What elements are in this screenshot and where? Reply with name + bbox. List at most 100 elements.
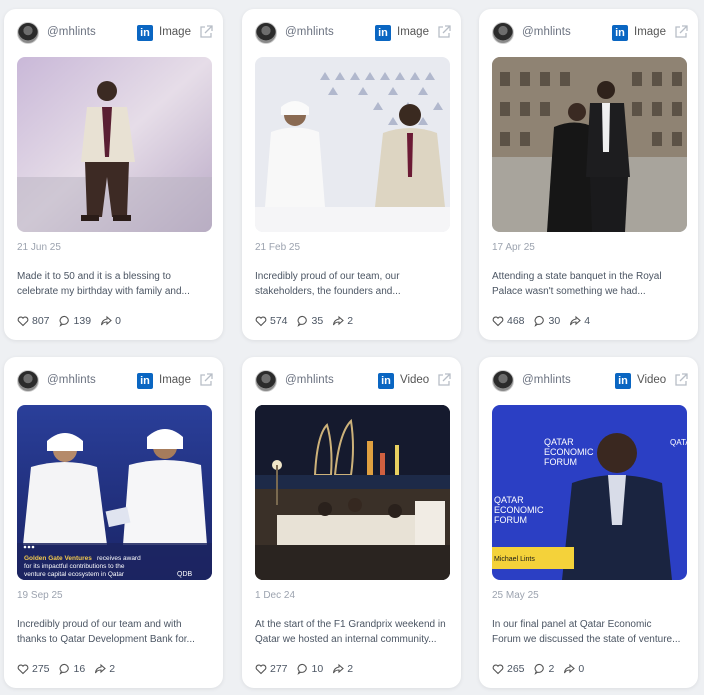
heart-icon	[492, 664, 504, 675]
post-caption: Attending a state banquet in the Royal P…	[492, 269, 685, 299]
overlay-text: for its impactful contributions to the	[24, 563, 125, 570]
post-card[interactable]: @mhlints in Video QATAR ECONOMIC FORUM Q…	[479, 357, 698, 688]
post-video[interactable]: QATAR ECONOMIC FORUM QATAR ECONOMIC FORU…	[492, 405, 687, 580]
likes-count: 265	[507, 663, 525, 675]
comments-stat: 16	[58, 663, 86, 675]
post-card[interactable]: @mhlints in Image 21 Jun 25 Made it to 5…	[4, 9, 223, 340]
post-card[interactable]: @mhlints in Video 1 Dec 24 At the start …	[242, 357, 461, 688]
caption-line: Qatar we hosted an internal community...	[255, 634, 437, 645]
avatar[interactable]	[17, 370, 39, 392]
post-stats: 807 139 0	[17, 314, 130, 328]
post-video[interactable]	[255, 405, 450, 580]
post-type-label: Video	[637, 374, 667, 386]
post-image[interactable]	[17, 57, 212, 232]
comments-count: 30	[548, 315, 561, 327]
post-image[interactable]	[255, 57, 450, 232]
likes-count: 574	[270, 315, 288, 327]
post-date: 25 May 25	[492, 590, 539, 601]
comment-icon	[296, 663, 307, 675]
comments-count: 10	[311, 663, 324, 675]
comments-count: 35	[311, 315, 324, 327]
post-image[interactable]	[492, 57, 687, 232]
linkedin-icon: in	[137, 25, 153, 41]
post-type-label: Image	[634, 26, 666, 38]
comments-stat: 139	[58, 315, 92, 327]
linkedin-icon: in	[375, 25, 391, 41]
linkedin-icon: in	[612, 25, 628, 41]
post-card[interactable]: @mhlints in Image	[479, 9, 698, 340]
heart-icon	[17, 664, 29, 675]
post-date: 21 Feb 25	[255, 242, 301, 253]
shares-stat: 4	[569, 315, 590, 327]
likes-stat: 468	[492, 315, 525, 327]
overlay-name: Michael Lints	[494, 556, 535, 563]
external-link-icon[interactable]	[198, 372, 214, 388]
post-type-label: Video	[400, 374, 430, 386]
avatar[interactable]	[492, 370, 514, 392]
external-link-icon[interactable]	[673, 24, 689, 40]
overlay-title: ECONOMIC	[544, 447, 594, 457]
comments-count: 16	[73, 663, 86, 675]
avatar[interactable]	[17, 22, 39, 44]
likes-count: 275	[32, 663, 50, 675]
overlay-text: venture capital ecosystem in Qatar	[24, 571, 125, 578]
post-stats: 275 16 2	[17, 662, 124, 676]
caption-line: Incredibly proud of our team, our	[255, 271, 400, 282]
card-header: @mhlints in Image	[4, 9, 223, 57]
account-handle[interactable]: @mhlints	[285, 374, 334, 386]
comments-count: 2	[548, 663, 555, 675]
post-date: 17 Apr 25	[492, 242, 535, 253]
comments-stat: 10	[296, 663, 324, 675]
shares-stat: 2	[332, 315, 353, 327]
caption-line: Made it to 50 and it is a blessing to	[17, 271, 171, 282]
external-link-icon[interactable]	[198, 24, 214, 40]
heart-icon	[17, 316, 29, 327]
caption-line: Attending a state banquet in the Royal	[492, 271, 662, 282]
heart-icon	[492, 316, 504, 327]
share-icon	[333, 315, 345, 326]
caption-line: stakeholders, the founders and...	[255, 286, 401, 297]
external-link-icon[interactable]	[673, 372, 689, 388]
shares-stat: 2	[94, 663, 115, 675]
post-card[interactable]: @mhlints in Image 21 Feb 25 Incredibly p…	[242, 9, 461, 340]
card-header: @mhlints in Video	[479, 357, 698, 405]
post-date: 21 Jun 25	[17, 242, 61, 253]
overlay-logo: QDB	[177, 571, 193, 578]
external-link-icon[interactable]	[436, 24, 452, 40]
post-stats: 265 2 0	[492, 662, 593, 676]
post-date: 19 Sep 25	[17, 590, 63, 601]
share-icon	[564, 663, 576, 674]
shares-count: 4	[584, 315, 591, 327]
account-handle[interactable]: @mhlints	[285, 26, 334, 38]
post-stats: 468 30 4	[492, 314, 599, 328]
card-header: @mhlints in Image	[4, 357, 223, 405]
post-type-label: Image	[159, 26, 191, 38]
account-handle[interactable]: @mhlints	[522, 374, 571, 386]
comment-icon	[58, 315, 69, 327]
account-handle[interactable]: @mhlints	[47, 26, 96, 38]
likes-count: 468	[507, 315, 525, 327]
share-icon	[101, 315, 112, 326]
shares-stat: 2	[332, 663, 353, 675]
avatar[interactable]	[492, 22, 514, 44]
shares-count: 0	[578, 663, 585, 675]
linkedin-icon: in	[137, 373, 153, 389]
external-link-icon[interactable]	[436, 372, 452, 388]
card-header: @mhlints in Video	[242, 357, 461, 405]
avatar[interactable]	[255, 370, 277, 392]
comments-count: 139	[73, 315, 92, 327]
post-card[interactable]: @mhlints in Image	[4, 357, 223, 688]
heart-icon	[255, 316, 267, 327]
caption-line: Palace wasn't something we had...	[492, 286, 646, 297]
likes-stat: 275	[17, 663, 50, 675]
avatar[interactable]	[255, 22, 277, 44]
shares-stat: 0	[100, 315, 121, 327]
account-handle[interactable]: @mhlints	[522, 26, 571, 38]
post-image[interactable]: Golden Gate Ventures receives award for …	[17, 405, 212, 580]
account-handle[interactable]: @mhlints	[47, 374, 96, 386]
overlay-title: QATAR	[670, 438, 687, 447]
comments-stat: 35	[296, 315, 324, 327]
shares-count: 2	[347, 315, 354, 327]
caption-line: celebrate my birthday with family and...	[17, 286, 190, 297]
card-header: @mhlints in Image	[479, 9, 698, 57]
